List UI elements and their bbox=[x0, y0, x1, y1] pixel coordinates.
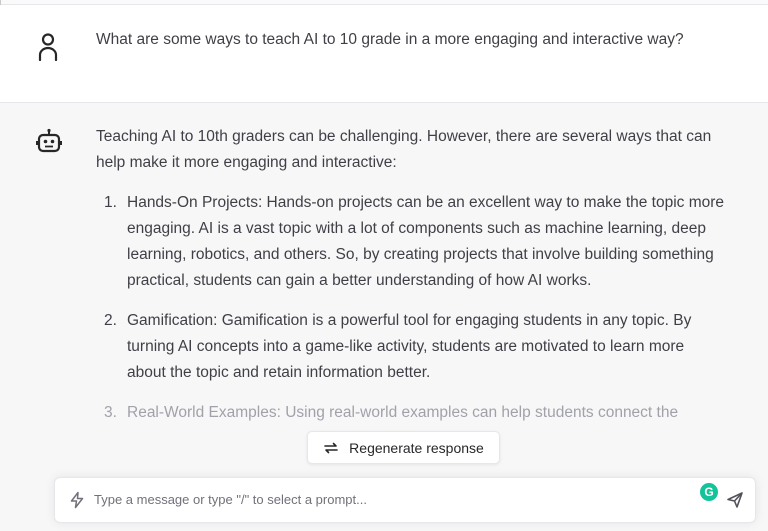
assistant-message-text: Teaching AI to 10th graders can be chall… bbox=[96, 124, 726, 440]
list-item-text: Hands-On Projects: Hands-on projects can… bbox=[127, 194, 725, 289]
list-item: 1. Hands-On Projects: Hands-on projects … bbox=[96, 190, 726, 294]
assistant-message: Teaching AI to 10th graders can be chall… bbox=[0, 103, 768, 531]
robot-icon bbox=[36, 128, 62, 153]
send-icon[interactable] bbox=[725, 490, 745, 510]
grammarly-icon[interactable]: G bbox=[700, 483, 718, 501]
user-icon bbox=[38, 33, 58, 61]
refresh-icon bbox=[324, 442, 338, 453]
regenerate-response-button[interactable]: Regenerate response bbox=[307, 431, 500, 464]
list-item-text: Gamification: Gamification is a powerful… bbox=[127, 312, 692, 381]
list-item-number: 1. bbox=[104, 194, 117, 211]
message-input-placeholder: Type a message or type "/" to select a p… bbox=[94, 492, 367, 507]
list-item: 2. Gamification: Gamification is a power… bbox=[96, 308, 726, 386]
user-message: What are some ways to teach AI to 10 gra… bbox=[0, 5, 768, 103]
message-input[interactable]: Type a message or type "/" to select a p… bbox=[54, 477, 756, 523]
regenerate-label: Regenerate response bbox=[349, 439, 484, 456]
assistant-intro: Teaching AI to 10th graders can be chall… bbox=[96, 128, 712, 171]
user-message-text: What are some ways to teach AI to 10 gra… bbox=[96, 31, 684, 48]
list-item-number: 2. bbox=[104, 312, 117, 329]
list-item-text: Real-World Examples: Using real-world ex… bbox=[127, 404, 679, 421]
bolt-icon[interactable] bbox=[68, 491, 86, 509]
